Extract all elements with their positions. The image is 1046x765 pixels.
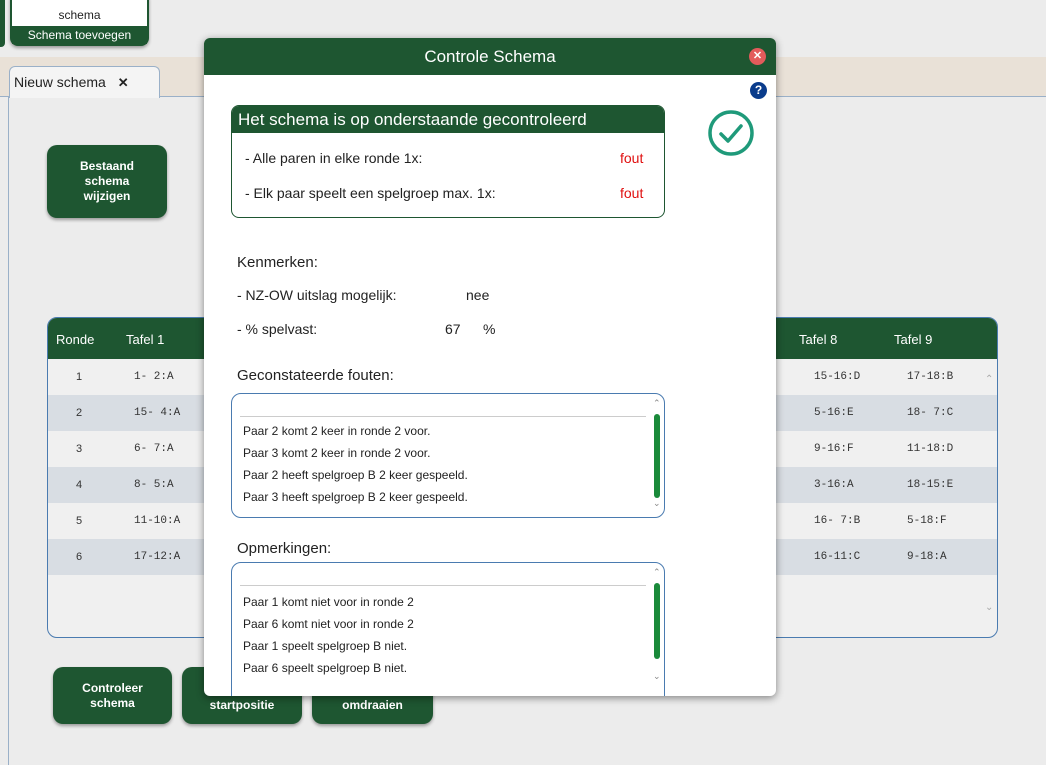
schema-toevoegen-button[interactable]: schema Schema toevoegen xyxy=(10,0,149,46)
spelvast-value: 67 xyxy=(445,321,461,337)
cell-tafel-1: 8- 5:A xyxy=(134,479,174,491)
wijzigen-line1: Bestaand xyxy=(79,159,135,173)
left-edge-bar xyxy=(0,0,5,47)
scroll-up-icon[interactable]: ⌃ xyxy=(653,398,661,409)
cell-ronde: 4 xyxy=(76,479,83,491)
dialog-title: Controle Schema xyxy=(424,47,556,66)
spelvast-label: - % spelvast: xyxy=(237,321,318,337)
cell-tafel-1: 11-10:A xyxy=(134,515,181,527)
check-item-2-label: - Elk paar speelt een spelgroep max. 1x: xyxy=(245,185,496,201)
cell-tafel-8: 3-16:A xyxy=(814,479,854,491)
grid-scroll-up-icon[interactable]: ⌃ xyxy=(985,374,997,386)
list-item: Paar 6 komt niet voor in ronde 2 xyxy=(243,617,414,631)
cell-tafel-1: 17-12:A xyxy=(134,551,181,563)
opmerkingen-list[interactable]: Paar 1 komt niet voor in ronde 2 Paar 6 … xyxy=(231,562,665,696)
list-item: Paar 2 komt 2 keer in ronde 2 voor. xyxy=(243,424,431,438)
cell-tafel-9: 5-18:F xyxy=(907,515,947,527)
cell-ronde: 2 xyxy=(76,407,83,419)
cell-tafel-9: 17-18:B xyxy=(907,371,954,383)
help-icon[interactable]: ? xyxy=(750,82,767,99)
tab-nieuw-schema[interactable]: Nieuw schema ✕ xyxy=(9,66,160,98)
dialog-title-bar: Controle Schema xyxy=(204,38,776,75)
opmerkingen-heading: Opmerkingen: xyxy=(237,540,332,557)
cell-tafel-9: 18-15:E xyxy=(907,479,954,491)
checkmark-icon xyxy=(707,109,755,157)
list-item: Paar 3 heeft spelgroep B 2 keer gespeeld… xyxy=(243,490,468,504)
list-item: Paar 2 heeft spelgroep B 2 keer gespeeld… xyxy=(243,468,468,482)
startpositie-label: startpositie xyxy=(209,698,275,712)
cell-tafel-1: 1- 2:A xyxy=(134,371,174,383)
nzow-label: - NZ-OW uitslag mogelijk: xyxy=(237,287,397,303)
controleer-schema-button[interactable]: Controleer schema xyxy=(53,667,172,724)
cell-ronde: 3 xyxy=(76,443,83,455)
header-ronde: Ronde xyxy=(56,332,95,347)
cell-tafel-9: 9-18:A xyxy=(907,551,947,563)
tab-label: Nieuw schema xyxy=(14,74,106,90)
cell-tafel-1: 6- 7:A xyxy=(134,443,174,455)
schema-toevoegen-label: Schema toevoegen xyxy=(12,26,147,44)
list-item: Paar 1 speelt spelgroep B niet. xyxy=(243,639,408,653)
header-tafel-1: Tafel 1 xyxy=(126,332,165,347)
opmerkingen-list-separator xyxy=(240,585,646,586)
check-item-1-value: fout xyxy=(620,150,644,166)
spelvast-unit: % xyxy=(483,321,496,337)
cell-tafel-8: 5-16:E xyxy=(814,407,854,419)
check-item-1-label: - Alle paren in elke ronde 1x: xyxy=(245,150,423,166)
close-dialog-icon[interactable]: ✕ xyxy=(749,48,766,65)
scrollbar-thumb[interactable] xyxy=(654,414,660,498)
controle-schema-dialog: Controle Schema ✕ ? Het schema is op ond… xyxy=(204,38,776,696)
omdraaien-label: omdraaien xyxy=(342,698,403,712)
scroll-down-icon[interactable]: ⌄ xyxy=(653,498,661,509)
cell-tafel-9: 18- 7:C xyxy=(907,407,954,419)
cell-ronde: 6 xyxy=(76,551,83,563)
fouten-list-separator xyxy=(240,416,646,417)
check-result-box: Het schema is op onderstaande gecontrole… xyxy=(231,105,665,218)
kenmerken-heading: Kenmerken: xyxy=(237,254,318,271)
cell-ronde: 1 xyxy=(76,371,83,383)
check-result-title: Het schema is op onderstaande gecontrole… xyxy=(232,106,664,133)
list-item: Paar 6 speelt spelgroep B niet. xyxy=(243,661,408,675)
cell-tafel-9: 11-18:D xyxy=(907,443,954,455)
left-border-line xyxy=(8,97,9,765)
cell-tafel-1: 15- 4:A xyxy=(134,407,181,419)
opmerkingen-scrollbar[interactable]: ⌃ ⌄ xyxy=(653,567,661,683)
cell-tafel-8: 15-16:D xyxy=(814,371,861,383)
list-item: Paar 1 komt niet voor in ronde 2 xyxy=(243,595,414,609)
fouten-list[interactable]: Paar 2 komt 2 keer in ronde 2 voor. Paar… xyxy=(231,393,665,518)
fouten-heading: Geconstateerde fouten: xyxy=(237,367,394,384)
list-item: Paar 3 komt 2 keer in ronde 2 voor. xyxy=(243,446,431,460)
bestaand-schema-wijzigen-button[interactable]: Bestaand schema wijzigen xyxy=(47,145,167,218)
check-item-2-value: fout xyxy=(620,185,644,201)
controleer-line1: Controleer xyxy=(82,681,143,695)
cell-ronde: 5 xyxy=(76,515,83,527)
wijzigen-line3: wijzigen xyxy=(83,189,131,203)
scrollbar-thumb[interactable] xyxy=(654,583,660,659)
header-tafel-8: Tafel 8 xyxy=(799,332,838,347)
schema-toevoegen-line1: schema xyxy=(58,8,101,22)
wijzigen-line2: schema xyxy=(84,174,130,188)
cell-tafel-8: 16-11:C xyxy=(814,551,861,563)
controleer-line2: schema xyxy=(90,696,135,710)
header-tafel-9: Tafel 9 xyxy=(894,332,933,347)
close-icon[interactable]: ✕ xyxy=(118,75,129,90)
scroll-up-icon[interactable]: ⌃ xyxy=(653,567,661,578)
scroll-down-icon[interactable]: ⌄ xyxy=(653,671,661,682)
fouten-scrollbar[interactable]: ⌃ ⌄ xyxy=(653,398,661,509)
cell-tafel-8: 16- 7:B xyxy=(814,515,861,527)
nzow-value: nee xyxy=(466,287,490,303)
grid-scroll-down-icon[interactable]: ⌄ xyxy=(985,602,997,614)
cell-tafel-8: 9-16:F xyxy=(814,443,854,455)
